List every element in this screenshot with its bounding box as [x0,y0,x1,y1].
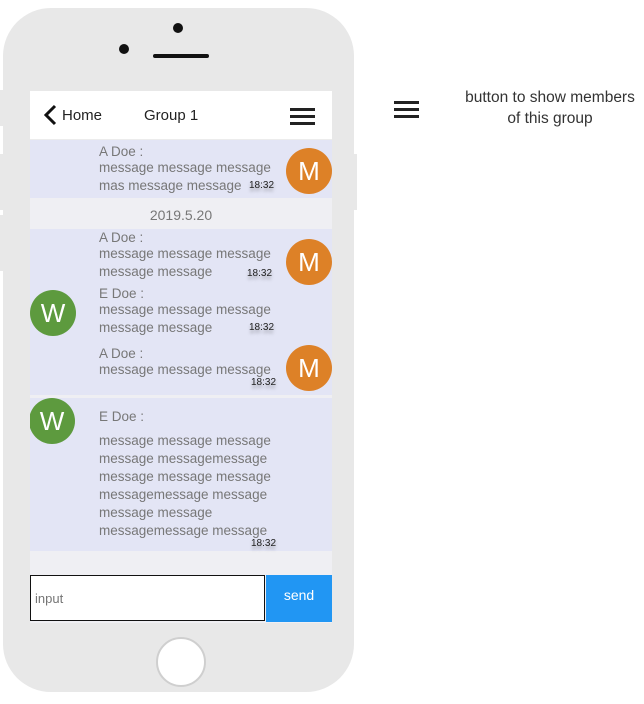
avatar[interactable]: M [286,239,332,285]
front-camera [173,23,183,33]
side-button [0,90,4,126]
hamburger-menu-icon [394,101,420,119]
message-time: 18:32 [251,377,277,388]
message-time: 18:32 [249,180,275,191]
side-button [0,215,4,271]
group-title: Group 1 [144,107,199,124]
app-header: Home Group 1 [30,91,332,140]
message-time: 18:32 [249,322,275,333]
avatar[interactable]: M [286,148,332,194]
message-sender: E Doe : [99,409,145,424]
speaker-grille [153,54,209,58]
side-button [0,154,4,210]
avatar[interactable]: W [30,290,76,336]
message-time: 18:32 [247,268,273,279]
phone-frame: Home Group 1 A Doe : message message mes… [3,8,354,692]
message-sender: A Doe : [99,346,144,361]
message-input-box [30,575,265,621]
message-bubble: A Doe : message message message [99,347,281,379]
phone-home-button[interactable] [156,637,206,687]
chevron-left-icon[interactable] [42,104,58,126]
avatar[interactable]: W [30,398,75,444]
message-input[interactable] [31,576,264,620]
send-button[interactable]: send [266,575,332,622]
message-sender: A Doe : [99,230,144,245]
hamburger-menu-icon[interactable] [290,108,316,126]
annotation-note: button to show members of this group [465,89,635,127]
message-text: message message message message messagem… [99,433,271,538]
date-separator: 2019.5.20 [149,207,213,223]
message-sender: E Doe : [99,286,145,301]
sensor [119,44,129,54]
side-button [353,154,357,210]
message-sender: A Doe : [99,144,144,159]
back-button[interactable]: Home [62,107,102,124]
message-bubble: E Doe : message message message message … [99,410,281,540]
message-time: 18:32 [251,538,277,549]
chat-screen: Home Group 1 A Doe : message message mes… [30,91,332,623]
avatar[interactable]: M [286,345,332,391]
